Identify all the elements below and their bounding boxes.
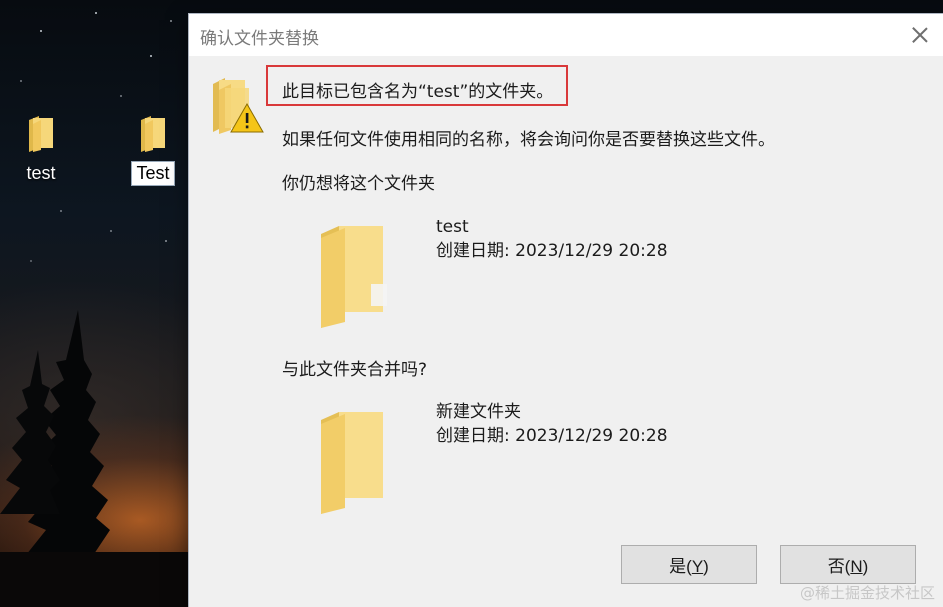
new-folder-name: 新建文件夹 — [436, 402, 521, 422]
merge-question: 与此文件夹合并吗? — [282, 360, 428, 380]
still-want-text: 你仍想将这个文件夹 — [282, 174, 435, 194]
desktop-folder-test[interactable]: test — [6, 114, 76, 185]
no-button-label: 否(N) — [827, 557, 869, 576]
dialog-title: 确认文件夹替换 — [200, 29, 319, 49]
desktop-folder-label-rename[interactable]: Test — [131, 161, 175, 186]
yes-button[interactable]: 是(Y) — [621, 545, 757, 584]
new-folder-icon — [321, 412, 383, 514]
desktop-folder-test-selected[interactable]: Test — [118, 114, 188, 186]
yes-button-label: 是(Y) — [669, 557, 709, 576]
existing-folder-info: test 创建日期: 2023/12/29 20:28 — [436, 215, 668, 263]
folder-icon — [141, 116, 165, 152]
existing-folder-created: 创建日期: 2023/12/29 20:28 — [436, 241, 668, 261]
desktop-folder-label: test — [26, 163, 56, 183]
warning-folder-icon — [213, 78, 264, 134]
folder-icon — [29, 116, 53, 152]
watermark-text: @稀土掘金技术社区 — [799, 584, 935, 602]
existing-folder-name: test — [436, 217, 469, 237]
close-icon[interactable] — [905, 20, 935, 50]
message-heading: 此目标已包含名为“test”的文件夹。 — [282, 82, 554, 102]
confirm-folder-replace-dialog: 确认文件夹替换 此目标已包含名为“test”的文件夹。 如果任何文件使用相同的名… — [189, 14, 943, 607]
dialog-titlebar[interactable]: 确认文件夹替换 — [189, 14, 943, 56]
new-folder-info: 新建文件夹 创建日期: 2023/12/29 20:28 — [436, 400, 668, 448]
no-button[interactable]: 否(N) — [780, 545, 916, 584]
new-folder-created: 创建日期: 2023/12/29 20:28 — [436, 426, 668, 446]
pine-trees-silhouette — [0, 310, 190, 607]
message-body: 如果任何文件使用相同的名称，将会询问你是否要替换这些文件。 — [282, 130, 775, 150]
existing-folder-icon — [321, 226, 387, 328]
